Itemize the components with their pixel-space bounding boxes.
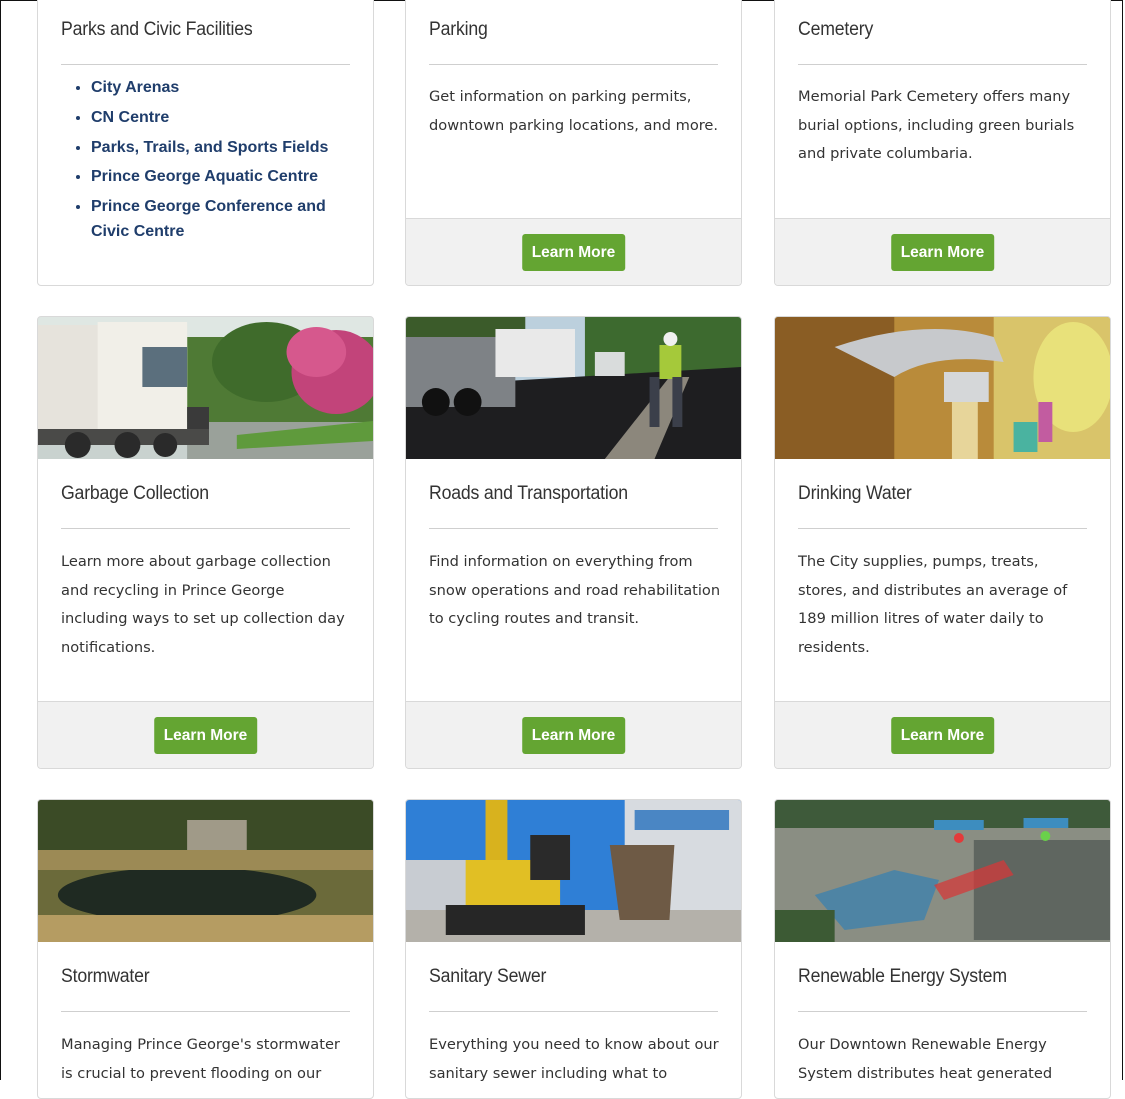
- divider: [429, 528, 718, 529]
- link-cn-centre[interactable]: CN Centre: [91, 109, 169, 126]
- learn-more-button[interactable]: Learn More: [521, 234, 626, 271]
- card-description: Managing Prince George's stormwater is c…: [61, 1036, 340, 1082]
- list-item: Prince George Aquatic Centre: [91, 164, 359, 189]
- faucet-photo: [775, 317, 1110, 459]
- list-item: City Arenas: [91, 75, 359, 100]
- divider: [798, 64, 1087, 65]
- divider: [798, 1011, 1087, 1012]
- card-title: Parks and Civic Facilities: [61, 19, 253, 40]
- list-item: Parks, Trails, and Sports Fields: [91, 135, 359, 160]
- card-roads-transportation: Roads and Transportation Find informatio…: [405, 316, 742, 769]
- card-stormwater: Stormwater Managing Prince George's stor…: [37, 799, 374, 1099]
- card-cemetery: Cemetery Memorial Park Cemetery offers m…: [774, 0, 1111, 286]
- card-title: Roads and Transportation: [429, 483, 628, 504]
- card-title: Parking: [429, 19, 488, 40]
- learn-more-button[interactable]: Learn More: [890, 717, 995, 754]
- card-title: Stormwater: [61, 966, 150, 987]
- card-footer: Learn More: [38, 701, 373, 768]
- card-garbage-collection: Garbage Collection Learn more about garb…: [37, 316, 374, 769]
- card-parking: Parking Get information on parking permi…: [405, 0, 742, 286]
- card-description: Our Downtown Renewable Energy System dis…: [798, 1036, 1053, 1082]
- learn-more-button[interactable]: Learn More: [890, 234, 995, 271]
- card-drinking-water: Drinking Water The City supplies, pumps,…: [774, 316, 1111, 769]
- garbage-truck-photo: [38, 317, 373, 459]
- card-footer: Learn More: [406, 701, 741, 768]
- excavator-photo: [406, 800, 741, 942]
- card-description: The City supplies, pumps, treats, stores…: [798, 553, 1068, 656]
- link-conference-civic-centre[interactable]: Prince George Conference and Civic Centr…: [91, 198, 326, 240]
- pond-photo: [38, 800, 373, 942]
- link-parks-trails-sports-fields[interactable]: Parks, Trails, and Sports Fields: [91, 139, 328, 156]
- card-title: Renewable Energy System: [798, 966, 1007, 987]
- card-description: Find information on everything from snow…: [429, 553, 721, 627]
- learn-more-button[interactable]: Learn More: [521, 717, 626, 754]
- divider: [798, 528, 1087, 529]
- facility-links: City Arenas CN Centre Parks, Trails, and…: [61, 75, 359, 249]
- card-footer: Learn More: [406, 218, 741, 285]
- link-aquatic-centre[interactable]: Prince George Aquatic Centre: [91, 168, 318, 185]
- road-paving-photo: [406, 317, 741, 459]
- list-item: Prince George Conference and Civic Centr…: [91, 194, 359, 244]
- card-description: Everything you need to know about our sa…: [429, 1036, 719, 1082]
- card-title: Drinking Water: [798, 483, 912, 504]
- divider: [429, 1011, 718, 1012]
- learn-more-button[interactable]: Learn More: [153, 717, 258, 754]
- list-item: CN Centre: [91, 105, 359, 130]
- card-description: Learn more about garbage collection and …: [61, 553, 345, 656]
- link-city-arenas[interactable]: City Arenas: [91, 79, 179, 96]
- card-title: Cemetery: [798, 19, 874, 40]
- card-title: Sanitary Sewer: [429, 966, 547, 987]
- card-footer: Learn More: [775, 701, 1110, 768]
- card-footer: Learn More: [775, 218, 1110, 285]
- card-title: Garbage Collection: [61, 483, 209, 504]
- card-parks-civic-facilities: Parks and Civic Facilities City Arenas C…: [37, 0, 374, 286]
- divider: [61, 528, 350, 529]
- divider: [61, 64, 350, 65]
- card-description: Get information on parking permits, down…: [429, 88, 719, 134]
- card-renewable-energy: Renewable Energy System Our Downtown Ren…: [774, 799, 1111, 1099]
- divider: [429, 64, 718, 65]
- card-sanitary-sewer: Sanitary Sewer Everything you need to kn…: [405, 799, 742, 1099]
- divider: [61, 1011, 350, 1012]
- card-description: Memorial Park Cemetery offers many buria…: [798, 88, 1075, 162]
- aerial-city-photo: [775, 800, 1110, 942]
